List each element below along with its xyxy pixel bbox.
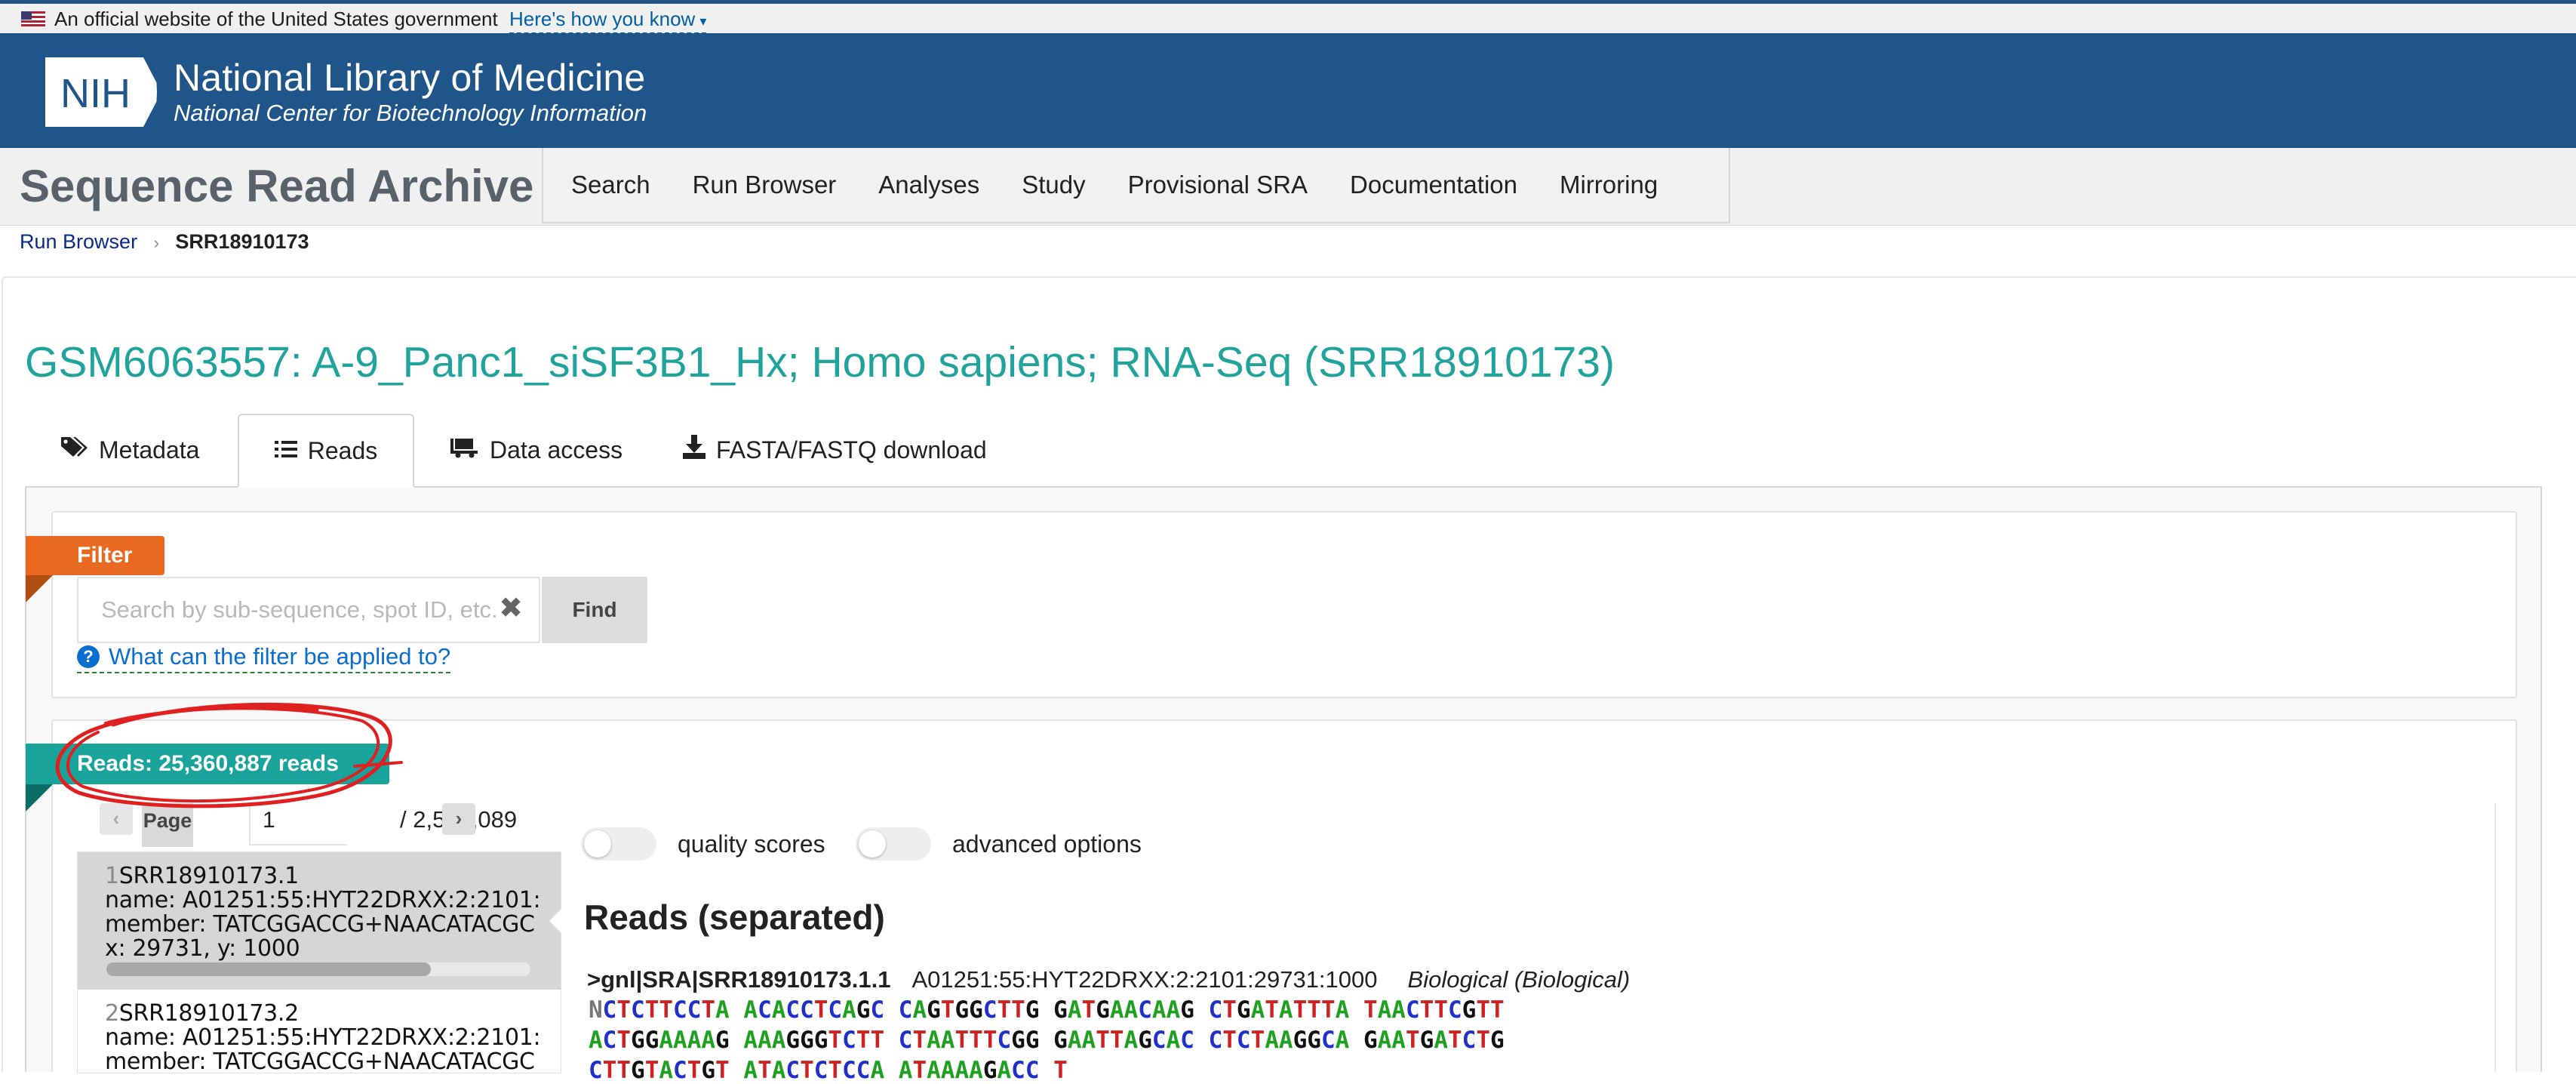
read-xy: x: 29731, y: 1000 <box>105 935 300 962</box>
nih-header: NIH National Library of Medicine Nationa… <box>0 33 2576 148</box>
sequence-line: ACTGGAAAAG AAAGGGTCTT CTAATTTCGG GAATTAG… <box>589 1027 1505 1054</box>
breadcrumb-current: SRR18910173 <box>175 230 309 253</box>
advanced-options-toggle[interactable] <box>856 827 931 861</box>
nav-run-browser[interactable]: Run Browser <box>693 171 837 199</box>
page-number-input[interactable]: 1 <box>249 803 347 845</box>
tab-metadata-label: Metadata <box>99 436 200 463</box>
filter-tag: Filter <box>26 536 164 575</box>
sra-nav: Search Run Browser Analyses Study Provis… <box>542 148 1730 223</box>
nav-study[interactable]: Study <box>1022 171 1085 199</box>
sequence-line: NCTCTTCCTA ACACCTCAGC CAGTGGCTTG GATGAAC… <box>589 996 1505 1024</box>
read-index: 1 <box>105 863 119 889</box>
toggle-knob <box>584 830 611 858</box>
filter-help-link[interactable]: ? What can the filter be applied to? <box>77 643 451 673</box>
sra-title[interactable]: Sequence Read Archive <box>20 160 533 212</box>
nlm-title[interactable]: National Library of Medicine <box>174 56 645 100</box>
sequence-header: >gnl|SRA|SRR18910173.1.1 A01251:55:HYT22D… <box>587 966 1630 993</box>
page-title: GSM6063557: A-9_Panc1_siSF3B1_Hx; Homo s… <box>25 338 1615 386</box>
sra-header: Sequence Read Archive Search Run Browser… <box>0 148 2576 226</box>
next-page-button[interactable]: › <box>442 803 475 835</box>
nav-documentation[interactable]: Documentation <box>1350 171 1517 199</box>
download-icon <box>683 435 705 465</box>
sequence-desc: A01251:55:HYT22DRXX:2:2101:29731:1000 <box>911 966 1378 993</box>
truck-icon <box>449 436 479 464</box>
sequence-type: Biological (Biological) <box>1407 966 1631 993</box>
find-button[interactable]: Find <box>542 577 647 643</box>
gov-banner: An official website of the United States… <box>0 0 2576 34</box>
sequence-id: >gnl|SRA|SRR18910173.1.1 <box>587 966 891 993</box>
read-name: name: A01251:55:HYT22DRXX:2:2101: <box>105 1024 541 1051</box>
tab-bar: Metadata Reads Data access FASTA/FASTQ d… <box>25 414 2551 488</box>
read-member: member: TATCGGACCG+NAACATACGC <box>105 1049 535 1073</box>
caret-down-icon: ▾ <box>699 14 707 29</box>
quality-scores-toggle[interactable] <box>581 827 656 861</box>
clear-icon[interactable]: ✖ <box>494 590 527 627</box>
reads-tag-fold <box>26 784 53 811</box>
list-item[interactable]: 1SRR18910173.1 name: A01251:55:HYT22DRXX… <box>78 852 561 990</box>
gov-banner-text: An official website of the United States… <box>54 8 498 30</box>
list-icon <box>274 437 297 465</box>
reads-count-tag: Reads: 25,360,887 reads <box>26 744 389 784</box>
filter-tag-fold <box>26 575 53 602</box>
tab-reads[interactable]: Reads <box>238 414 414 488</box>
us-flag-icon <box>21 11 45 26</box>
nav-search[interactable]: Search <box>571 171 650 199</box>
heres-how-you-know-link[interactable]: Here's how you know ▾ <box>509 8 707 34</box>
read-id: SRR18910173.2 <box>118 1000 299 1027</box>
read-list: 1SRR18910173.1 name: A01251:55:HYT22DRXX… <box>77 851 561 1073</box>
horizontal-scrollbar[interactable] <box>106 962 530 976</box>
page-label: Page <box>142 803 193 847</box>
list-item[interactable]: 2SRR18910173.2 name: A01251:55:HYT22DRXX… <box>78 990 561 1073</box>
nav-analyses[interactable]: Analyses <box>878 171 979 199</box>
tab-reads-label: Reads <box>307 436 378 464</box>
breadcrumb: Run Browser › SRR18910173 <box>20 230 309 254</box>
tab-fasta-download-label: FASTA/FASTQ download <box>716 436 987 463</box>
tab-fasta-download[interactable]: FASTA/FASTQ download <box>683 414 987 486</box>
question-circle-icon: ? <box>77 645 100 668</box>
reads-heading: Reads (separated) <box>584 898 885 937</box>
read-name: name: A01251:55:HYT22DRXX:2:2101: <box>105 887 541 913</box>
svg-text:NIH: NIH <box>60 71 131 116</box>
prev-page-button[interactable]: ‹ <box>100 803 133 835</box>
tab-data-access[interactable]: Data access <box>449 414 622 486</box>
read-id: SRR18910173.1 <box>118 863 299 889</box>
filter-help-label: What can the filter be applied to? <box>109 643 451 670</box>
tab-data-access-label: Data access <box>490 436 623 463</box>
nav-mirroring[interactable]: Mirroring <box>1560 171 1658 199</box>
advanced-options-label: advanced options <box>952 830 1142 858</box>
scrollbar-thumb[interactable] <box>106 962 431 976</box>
filter-search-input[interactable]: Search by sub-sequence, spot ID, etc. <box>77 577 540 643</box>
quality-scores-label: quality scores <box>678 830 825 858</box>
read-member: member: TATCGGACCG+NAACATACGC <box>105 911 535 938</box>
reads-panel-divider <box>2495 803 2496 1072</box>
chevron-right-icon: › <box>153 233 159 252</box>
nih-logo[interactable]: NIH <box>44 54 164 130</box>
tags-icon <box>60 436 88 464</box>
nav-provisional-sra[interactable]: Provisional SRA <box>1128 171 1308 199</box>
ncbi-subtitle: National Center for Biotechnology Inform… <box>174 100 647 126</box>
toggle-knob <box>859 830 886 858</box>
tab-metadata[interactable]: Metadata <box>60 414 199 486</box>
read-index: 2 <box>105 1000 119 1027</box>
breadcrumb-run-browser[interactable]: Run Browser <box>20 230 137 253</box>
heres-how-you-know-label: Here's how you know <box>509 8 696 30</box>
sequence-line: CTTGTACTGT ATACTCTCCA ATAAAAGACC T <box>589 1057 1068 1084</box>
